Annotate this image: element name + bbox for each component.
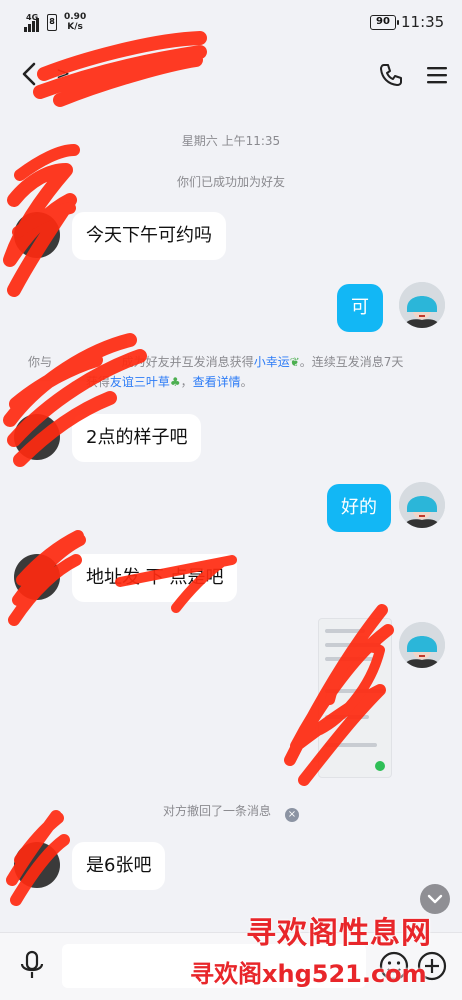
message-bubble[interactable]: 地址发 下 点是吧 [72,554,238,602]
message-bubble[interactable]: 2点的样子吧 [72,414,202,462]
my-avatar[interactable] [399,622,445,668]
watermark-title: 寻欢阁性息网 [246,916,432,951]
my-avatar[interactable] [399,282,445,328]
contact-avatar[interactable] [14,842,60,888]
battery-icon: 90 [370,15,399,30]
recall-text: 对方撤回了一条消息 [162,804,271,818]
more-menu-button[interactable] [425,64,449,86]
notice-text: 。 [240,375,253,389]
contact-avatar[interactable] [14,414,60,460]
signal-strength-icon [24,18,44,32]
avatar-image [399,622,445,668]
message-bubble[interactable]: 今天下午可约吗 [72,212,226,260]
network-speed: 0.90 K/s [64,12,86,32]
contact-avatar[interactable] [14,554,60,600]
chat-timestamp: 星期六 上午11:35 [181,134,281,148]
close-icon[interactable]: × [285,808,299,822]
view-details-link[interactable]: 查看详情 [193,375,241,389]
back-button[interactable] [16,60,44,88]
sim-icon: 8 [47,14,57,31]
notice-text: 成为好友并互发消息获得 [121,355,254,369]
friendship-clover-link[interactable]: 友谊三叶草 [110,375,170,389]
notice-text: ， [180,375,193,389]
notice-text: 你与 [28,355,53,369]
redaction-scribble [3,31,394,906]
message-bubble[interactable]: 好的 [327,484,391,532]
network-speed-value: 0.90 [64,12,87,22]
friend-notice: 你与 成为好友并互发消息获得小幸运❦。连续互发消息7天 获得友谊三叶草♣，查看详… [28,352,438,392]
contact-name[interactable]: > [56,64,70,84]
notice-text: 获得 [85,375,110,389]
avatar-image [399,482,445,528]
network-speed-unit: K/s [67,22,83,32]
avatar-image [399,282,445,328]
status-time: 11:35 [401,13,445,31]
recall-notice: 对方撤回了一条消息 × [0,802,462,822]
lucky-link[interactable]: 小幸运 [254,355,290,369]
clover-sprout-icon: ❦ [289,355,300,369]
chevron-left-icon [22,62,36,86]
voice-button[interactable] [18,950,46,980]
my-avatar[interactable] [399,482,445,528]
location-pin-icon [375,761,385,771]
menu-icon [427,67,447,84]
phone-icon [380,64,402,86]
message-bubble[interactable]: 是6张吧 [72,842,166,890]
call-button[interactable] [378,62,404,88]
watermark-url: 寻欢阁xhg521.com [190,960,427,988]
status-bar: 4G 8 0.90 K/s 90 11:35 [0,0,462,46]
image-message[interactable] [318,618,392,778]
contact-avatar[interactable] [14,212,60,258]
system-message-added: 你们已成功加为好友 [176,175,285,189]
microphone-icon [20,950,44,978]
notice-text: 。连续互发消息7天 [299,355,404,369]
clover-icon: ♣ [169,375,181,389]
message-bubble[interactable]: 可 [337,284,383,332]
